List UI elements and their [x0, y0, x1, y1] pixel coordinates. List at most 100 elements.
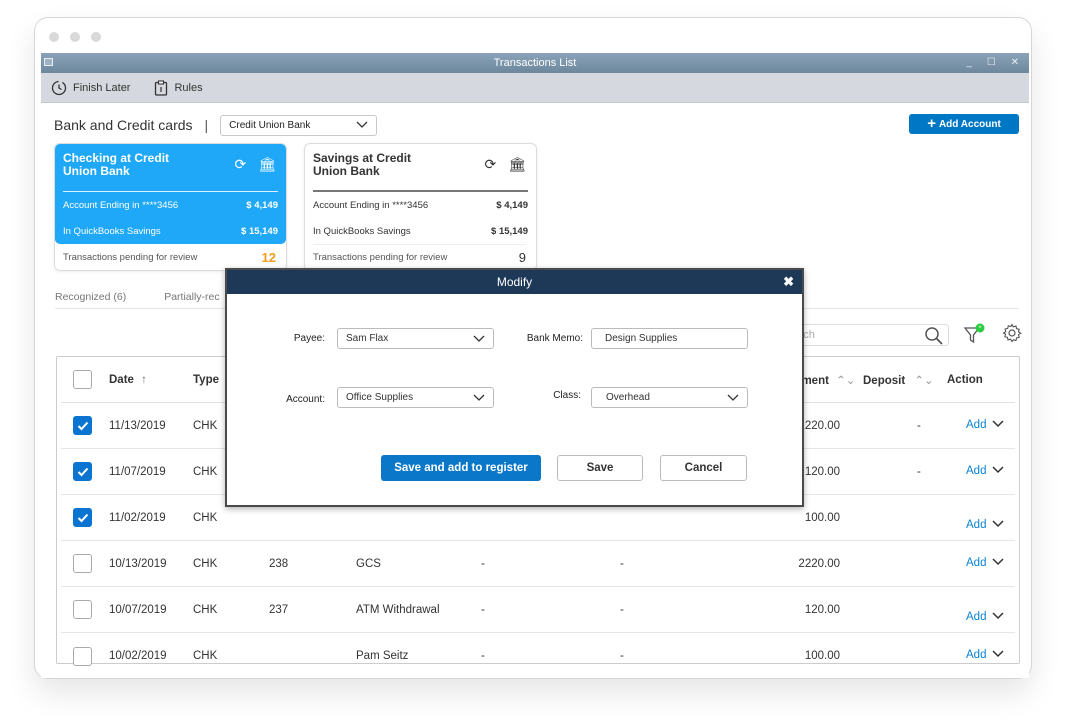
chevron-down-icon: [356, 121, 368, 128]
minimize-dot[interactable]: [70, 32, 80, 42]
finish-later-label: Finish Later: [73, 81, 131, 94]
cell-type: CHK: [193, 465, 218, 478]
account-ending-row: Account Ending in ****3456 $ 4,149: [313, 192, 528, 218]
dialog-title-bar: Modify ✖: [227, 270, 802, 294]
cell-col6: -: [620, 650, 624, 662]
card-name: Checking at Credit Union Bank: [63, 151, 170, 178]
action-add[interactable]: Add: [966, 519, 1004, 531]
add-account-label: Add Account: [938, 118, 1001, 130]
add-link[interactable]: Add: [966, 519, 986, 531]
chevron-down-icon[interactable]: [992, 466, 1004, 474]
row-checkbox[interactable]: [73, 508, 92, 527]
row-checkbox[interactable]: [73, 646, 92, 666]
check-icon: [77, 421, 88, 430]
chevron-down-icon[interactable]: [992, 558, 1004, 566]
bank-select[interactable]: Credit Union Bank: [220, 114, 378, 136]
cell-date: 10/13/2019: [109, 557, 167, 570]
table-row[interactable]: 10/07/2019 CHK 237 ATM Withdrawal - - 120.00 Ad…: [61, 587, 1015, 633]
header-deposit[interactable]: Deposit ⌃⌄: [863, 373, 934, 387]
plus-icon: +: [927, 115, 936, 132]
row-checkbox[interactable]: [73, 416, 92, 435]
bank-memo-field[interactable]: Design Supplies: [591, 328, 748, 349]
chevron-down-icon[interactable]: [992, 520, 1004, 528]
filter-icon[interactable]: *: [963, 323, 987, 345]
bank-memo-label: Bank Memo:: [526, 333, 583, 344]
close-icon[interactable]: ✖: [783, 270, 794, 294]
account-ending-label: Account Ending in ****3456: [63, 199, 179, 211]
clipboard-icon: [155, 79, 168, 96]
refresh-icon[interactable]: ⟳: [234, 156, 246, 173]
chevron-down-icon[interactable]: [992, 612, 1004, 620]
cancel-button[interactable]: Cancel: [660, 455, 747, 481]
row-checkbox[interactable]: [73, 462, 92, 481]
card-name: Savings at Credit Union Bank: [313, 151, 412, 178]
add-link[interactable]: Add: [966, 611, 986, 623]
refresh-icon[interactable]: ⟳: [484, 156, 496, 173]
cell-date: 11/07/2019: [109, 465, 166, 478]
cell-col5: -: [481, 603, 485, 616]
add-link[interactable]: Add: [966, 419, 986, 431]
payee-select[interactable]: Sam Flax: [337, 328, 494, 349]
card-icons: ⟳ 🏛: [234, 156, 276, 173]
table-row[interactable]: 10/13/2019 CHK 238 GCS - - 2220.00 Add: [61, 541, 1015, 587]
system-menu-icon[interactable]: [44, 58, 53, 66]
action-add[interactable]: Add: [966, 465, 1004, 477]
header-type[interactable]: Type: [193, 374, 219, 386]
class-select[interactable]: Overhead: [591, 387, 748, 408]
action-add[interactable]: Add: [966, 557, 1004, 569]
row-checkbox[interactable]: [73, 600, 92, 619]
cell-number: 238: [269, 557, 289, 570]
add-link[interactable]: Add: [966, 557, 986, 569]
save-button[interactable]: Save: [557, 455, 643, 481]
bank-icon[interactable]: 🏛: [508, 156, 526, 173]
search-icon[interactable]: [924, 326, 944, 346]
cell-deposit: -: [917, 465, 921, 478]
add-account-button[interactable]: + Add Account: [909, 114, 1019, 134]
qb-savings-label: In QuickBooks Savings: [63, 225, 161, 237]
account-card-savings[interactable]: Savings at Credit Union Bank ⟳ 🏛 Account…: [304, 143, 537, 271]
window-controls[interactable]: _ ☐ ✕: [967, 53, 1025, 73]
clock-icon: [51, 80, 67, 95]
rules-button[interactable]: Rules: [154, 79, 203, 96]
card-header: Savings at Credit Union Bank ⟳ 🏛 Account…: [305, 144, 536, 244]
action-add[interactable]: Add: [966, 419, 1004, 431]
cell-payee: ATM Withdrawal: [356, 603, 440, 616]
bank-icon[interactable]: 🏛: [258, 156, 276, 173]
cell-date: 10/07/2019: [109, 603, 167, 616]
account-select[interactable]: Office Supplies: [337, 387, 494, 408]
header-separator: |: [204, 117, 209, 133]
cell-type: CHK: [193, 419, 218, 432]
pending-row: Transactions pending for review 12: [63, 244, 276, 270]
tab-recognized[interactable]: Recognized (6): [55, 291, 126, 308]
add-link[interactable]: Add: [966, 649, 986, 661]
close-dot[interactable]: [49, 32, 59, 42]
qb-savings-row: In QuickBooks Savings $ 15,149: [63, 218, 278, 244]
row-checkbox[interactable]: [73, 554, 92, 573]
tab-partially-recognized[interactable]: Partially-rec: [164, 291, 219, 308]
action-add[interactable]: Add: [966, 649, 1004, 661]
chevron-down-icon[interactable]: [992, 650, 1004, 658]
account-ending-value: $ 4,149: [246, 199, 278, 211]
payee-value: Sam Flax: [346, 333, 389, 344]
account-card-checking[interactable]: Checking at Credit Union Bank ⟳ 🏛 Accoun…: [54, 143, 287, 271]
cell-payment: 2220.00: [798, 419, 840, 432]
table-row[interactable]: 10/02/2019 CHK Pam Seitz - - 100.00 Add: [61, 633, 1015, 678]
cell-type: CHK: [193, 557, 218, 570]
modify-dialog: Modify ✖ Payee: Sam Flax Bank Memo: Desi…: [225, 268, 804, 507]
select-all-checkbox[interactable]: [73, 370, 92, 389]
save-and-add-button[interactable]: Save and add to register: [381, 455, 541, 481]
cell-date: 11/13/2019: [109, 419, 166, 432]
zoom-dot[interactable]: [91, 32, 101, 42]
action-add[interactable]: Add: [966, 611, 1004, 623]
gear-icon[interactable]: [1002, 323, 1022, 343]
finish-later-button[interactable]: Finish Later: [51, 80, 130, 96]
header-date[interactable]: Date ↑: [109, 374, 147, 386]
account-ending-label: Account Ending in ****3456: [313, 199, 429, 211]
chevron-down-icon[interactable]: [992, 420, 1004, 428]
add-link[interactable]: Add: [966, 465, 986, 477]
cell-date: 10/02/2019: [109, 650, 167, 662]
chevron-down-icon: [727, 394, 739, 401]
cell-payment: 120.00: [804, 603, 840, 616]
check-icon: [77, 467, 88, 476]
account-value: Office Supplies: [346, 392, 414, 403]
